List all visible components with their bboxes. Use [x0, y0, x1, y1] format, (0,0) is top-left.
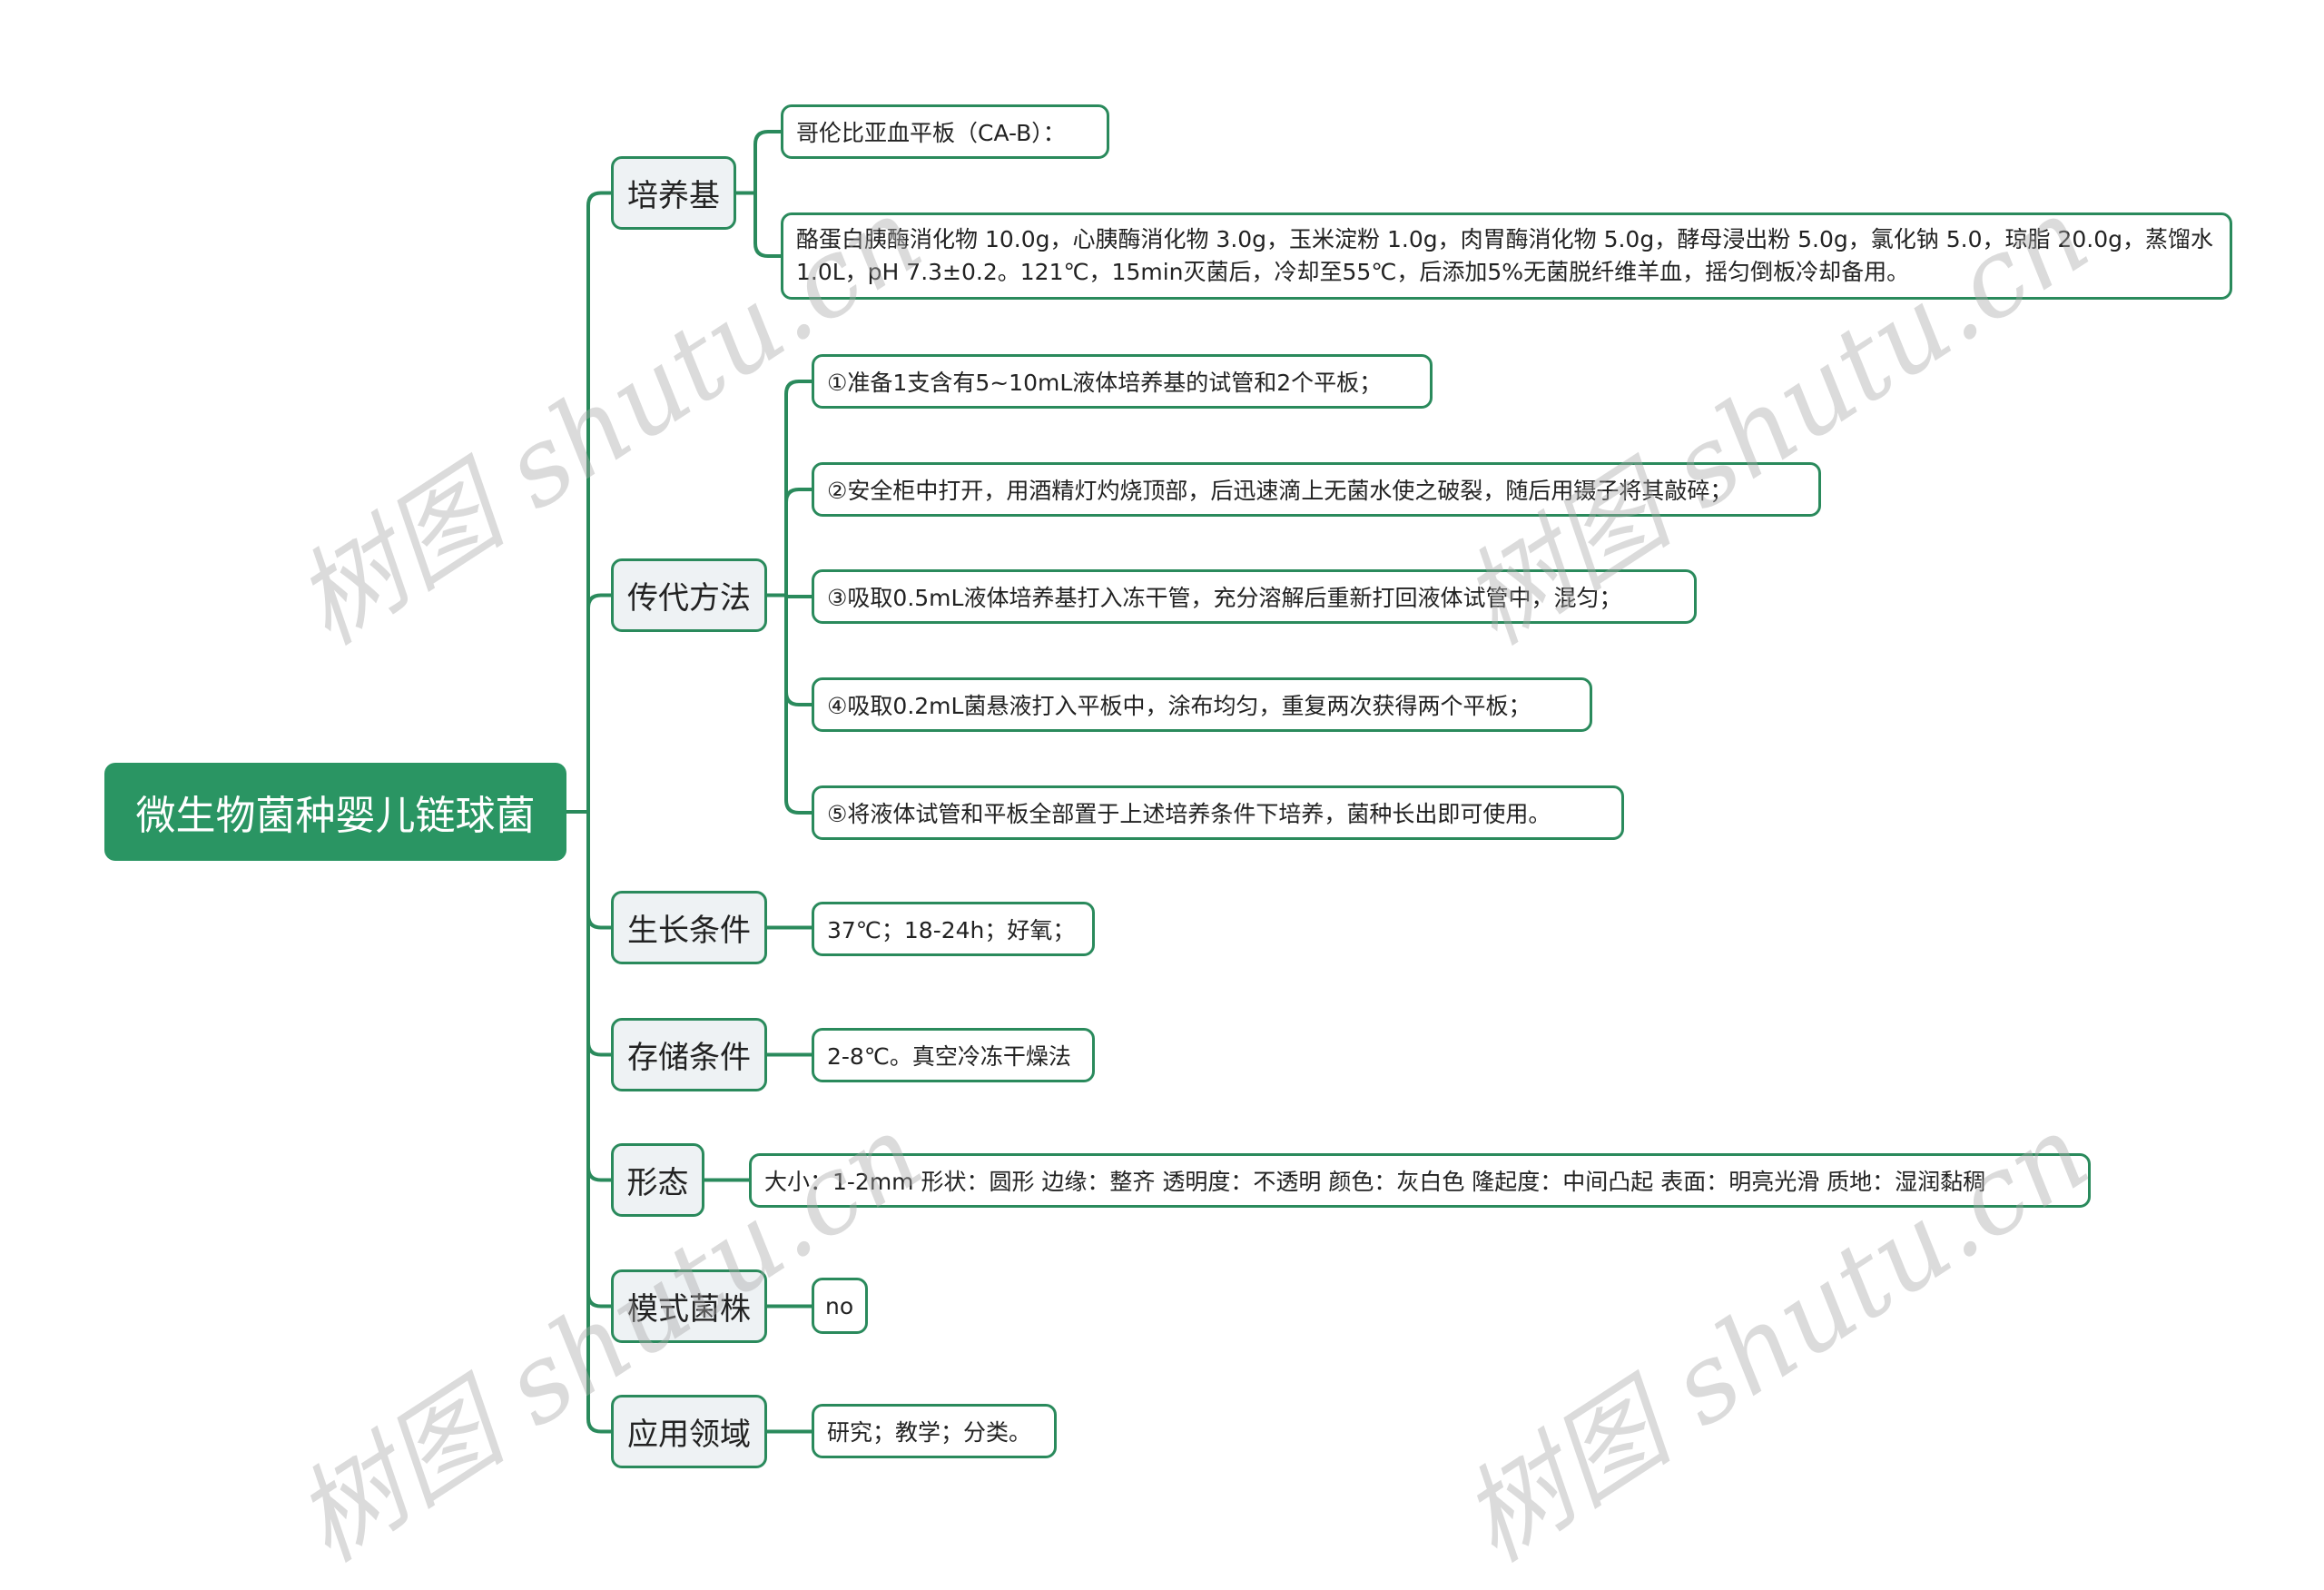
- connector-line: [753, 130, 781, 193]
- connector-line: [586, 812, 611, 930]
- branch-storage-conditions[interactable]: 存储条件: [611, 1018, 767, 1091]
- leaf-subculture-step-3[interactable]: ③吸取0.5mL液体培养基打入冻干管，充分溶解后重新打回液体试管中，混匀；: [812, 569, 1697, 624]
- leaf-culture-medium-2[interactable]: 酪蛋白胰酶消化物 10.0g，心胰酶消化物 3.0g，玉米淀粉 1.0g，肉胃酶…: [781, 212, 2232, 300]
- leaf-subculture-step-1[interactable]: ①准备1支含有5~10mL液体培养基的试管和2个平板；: [812, 354, 1433, 409]
- connector-line: [586, 812, 611, 1434]
- leaf-subculture-step-5[interactable]: ⑤将液体试管和平板全部置于上述培养条件下培养，菌种长出即可使用。: [812, 785, 1624, 840]
- connector-line: [586, 812, 611, 1309]
- connector-line: [784, 488, 812, 596]
- root-node[interactable]: 微生物菌种婴儿链球菌: [104, 763, 566, 861]
- leaf-culture-medium-1[interactable]: 哥伦比亚血平板（CA-B）：: [781, 104, 1109, 159]
- connector-line: [586, 812, 611, 1182]
- leaf-morphology[interactable]: 大小：1-2mm 形状：圆形 边缘：整齐 透明度：不透明 颜色：灰白色 隆起度：…: [749, 1153, 2091, 1208]
- leaf-application-fields[interactable]: 研究；教学；分类。: [812, 1404, 1057, 1458]
- leaf-growth-conditions[interactable]: 37℃；18-24h；好氧；: [812, 902, 1095, 956]
- branch-application-fields[interactable]: 应用领域: [611, 1395, 767, 1468]
- connector-line: [586, 191, 611, 812]
- leaf-subculture-step-2[interactable]: ②安全柜中打开，用酒精灯灼烧顶部，后迅速滴上无菌水使之破裂，随后用镊子将其敲碎；: [812, 462, 1821, 517]
- connector-line: [753, 193, 781, 258]
- branch-subculture-method[interactable]: 传代方法: [611, 558, 767, 632]
- leaf-storage-conditions[interactable]: 2-8℃。真空冷冻干燥法: [812, 1028, 1095, 1082]
- branch-morphology[interactable]: 形态: [611, 1143, 704, 1217]
- connector-line: [586, 593, 611, 812]
- branch-growth-conditions[interactable]: 生长条件: [611, 891, 767, 964]
- connector-line: [586, 812, 611, 1057]
- connector-line: [784, 595, 812, 706]
- leaf-type-strain[interactable]: no: [812, 1278, 868, 1334]
- branch-type-strain[interactable]: 模式菌株: [611, 1269, 767, 1343]
- branch-culture-medium[interactable]: 培养基: [611, 156, 736, 230]
- leaf-subculture-step-4[interactable]: ④吸取0.2mL菌悬液打入平板中，涂布均匀，重复两次获得两个平板；: [812, 677, 1592, 732]
